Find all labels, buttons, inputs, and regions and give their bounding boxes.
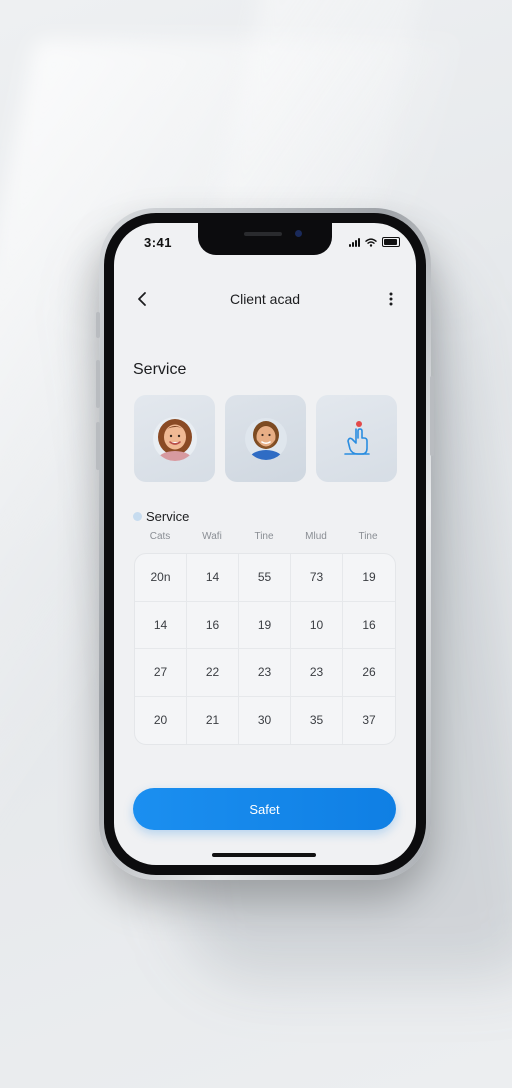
table-cell[interactable]: 19: [343, 554, 395, 602]
table-cell[interactable]: 37: [343, 697, 395, 745]
legend-dot: [133, 512, 142, 521]
column-header: Cats: [149, 531, 171, 542]
column-header: Wafi: [202, 531, 222, 542]
legend: Service: [133, 509, 189, 524]
table-cell[interactable]: 10: [291, 601, 343, 649]
status-time: 3:41: [144, 235, 173, 250]
service-card-gesture[interactable]: [316, 395, 397, 482]
phone-frame: 3:41 Client acad Service Service Cats Wa…: [96, 208, 434, 880]
phone-screen: 3:41 Client acad Service Service Cats Wa…: [114, 223, 416, 865]
column-header: Tine: [254, 531, 274, 542]
table-cell[interactable]: 27: [135, 649, 187, 697]
table-cell[interactable]: 73: [291, 554, 343, 602]
notch: [198, 223, 332, 255]
table-cell[interactable]: 16: [343, 602, 395, 649]
volume-up-button: [96, 360, 100, 408]
column-header: Mlud: [305, 531, 327, 542]
top-nav: Client acad: [114, 285, 416, 315]
legend-label: Service: [146, 509, 190, 524]
service-card-woman[interactable]: [134, 395, 215, 482]
table-cell[interactable]: 26: [343, 649, 395, 697]
table-cell[interactable]: 19: [239, 601, 291, 649]
table-header: Cats Wafi Tine Mlud Tine: [134, 531, 394, 542]
service-cards: [134, 395, 397, 482]
section-title: Service: [133, 361, 187, 378]
table-cell[interactable]: 21: [187, 696, 239, 744]
mute-switch: [96, 312, 100, 338]
table-cell[interactable]: 16: [187, 601, 239, 649]
primary-action-button[interactable]: Safet: [133, 788, 396, 830]
woman-avatar: [152, 416, 197, 461]
table-cell[interactable]: 35: [291, 696, 343, 744]
man-avatar: [244, 417, 287, 460]
cellular-signal-icon: [349, 237, 360, 247]
more-vertical-icon: [389, 292, 393, 306]
status-icons: [349, 237, 400, 247]
table-cell[interactable]: 23: [291, 649, 343, 697]
table-cell[interactable]: 30: [239, 696, 291, 744]
table-cell[interactable]: 55: [239, 554, 291, 602]
touch-gesture-icon: [343, 420, 370, 455]
volume-down-button: [96, 422, 100, 470]
table-cell[interactable]: 14: [135, 601, 187, 649]
table-cell[interactable]: 22: [187, 649, 239, 697]
front-camera: [295, 230, 302, 237]
table-cell[interactable]: 14: [187, 554, 239, 602]
column-header: Tine: [358, 531, 378, 542]
table-cell[interactable]: 20n: [135, 554, 187, 602]
battery-icon: [382, 237, 400, 247]
power-button: [430, 376, 434, 456]
table-cell[interactable]: 20: [135, 696, 187, 744]
service-table: 20n 14 55 73 19 14 16 19 10 16 27 22 23 …: [134, 553, 396, 745]
wifi-icon: [365, 237, 377, 247]
table-cell[interactable]: 23: [239, 649, 291, 697]
home-indicator: [212, 853, 316, 857]
page-title: Client acad: [229, 291, 301, 307]
speaker-grille: [244, 232, 282, 236]
more-options-button[interactable]: [384, 289, 398, 309]
service-card-man[interactable]: [225, 395, 306, 482]
